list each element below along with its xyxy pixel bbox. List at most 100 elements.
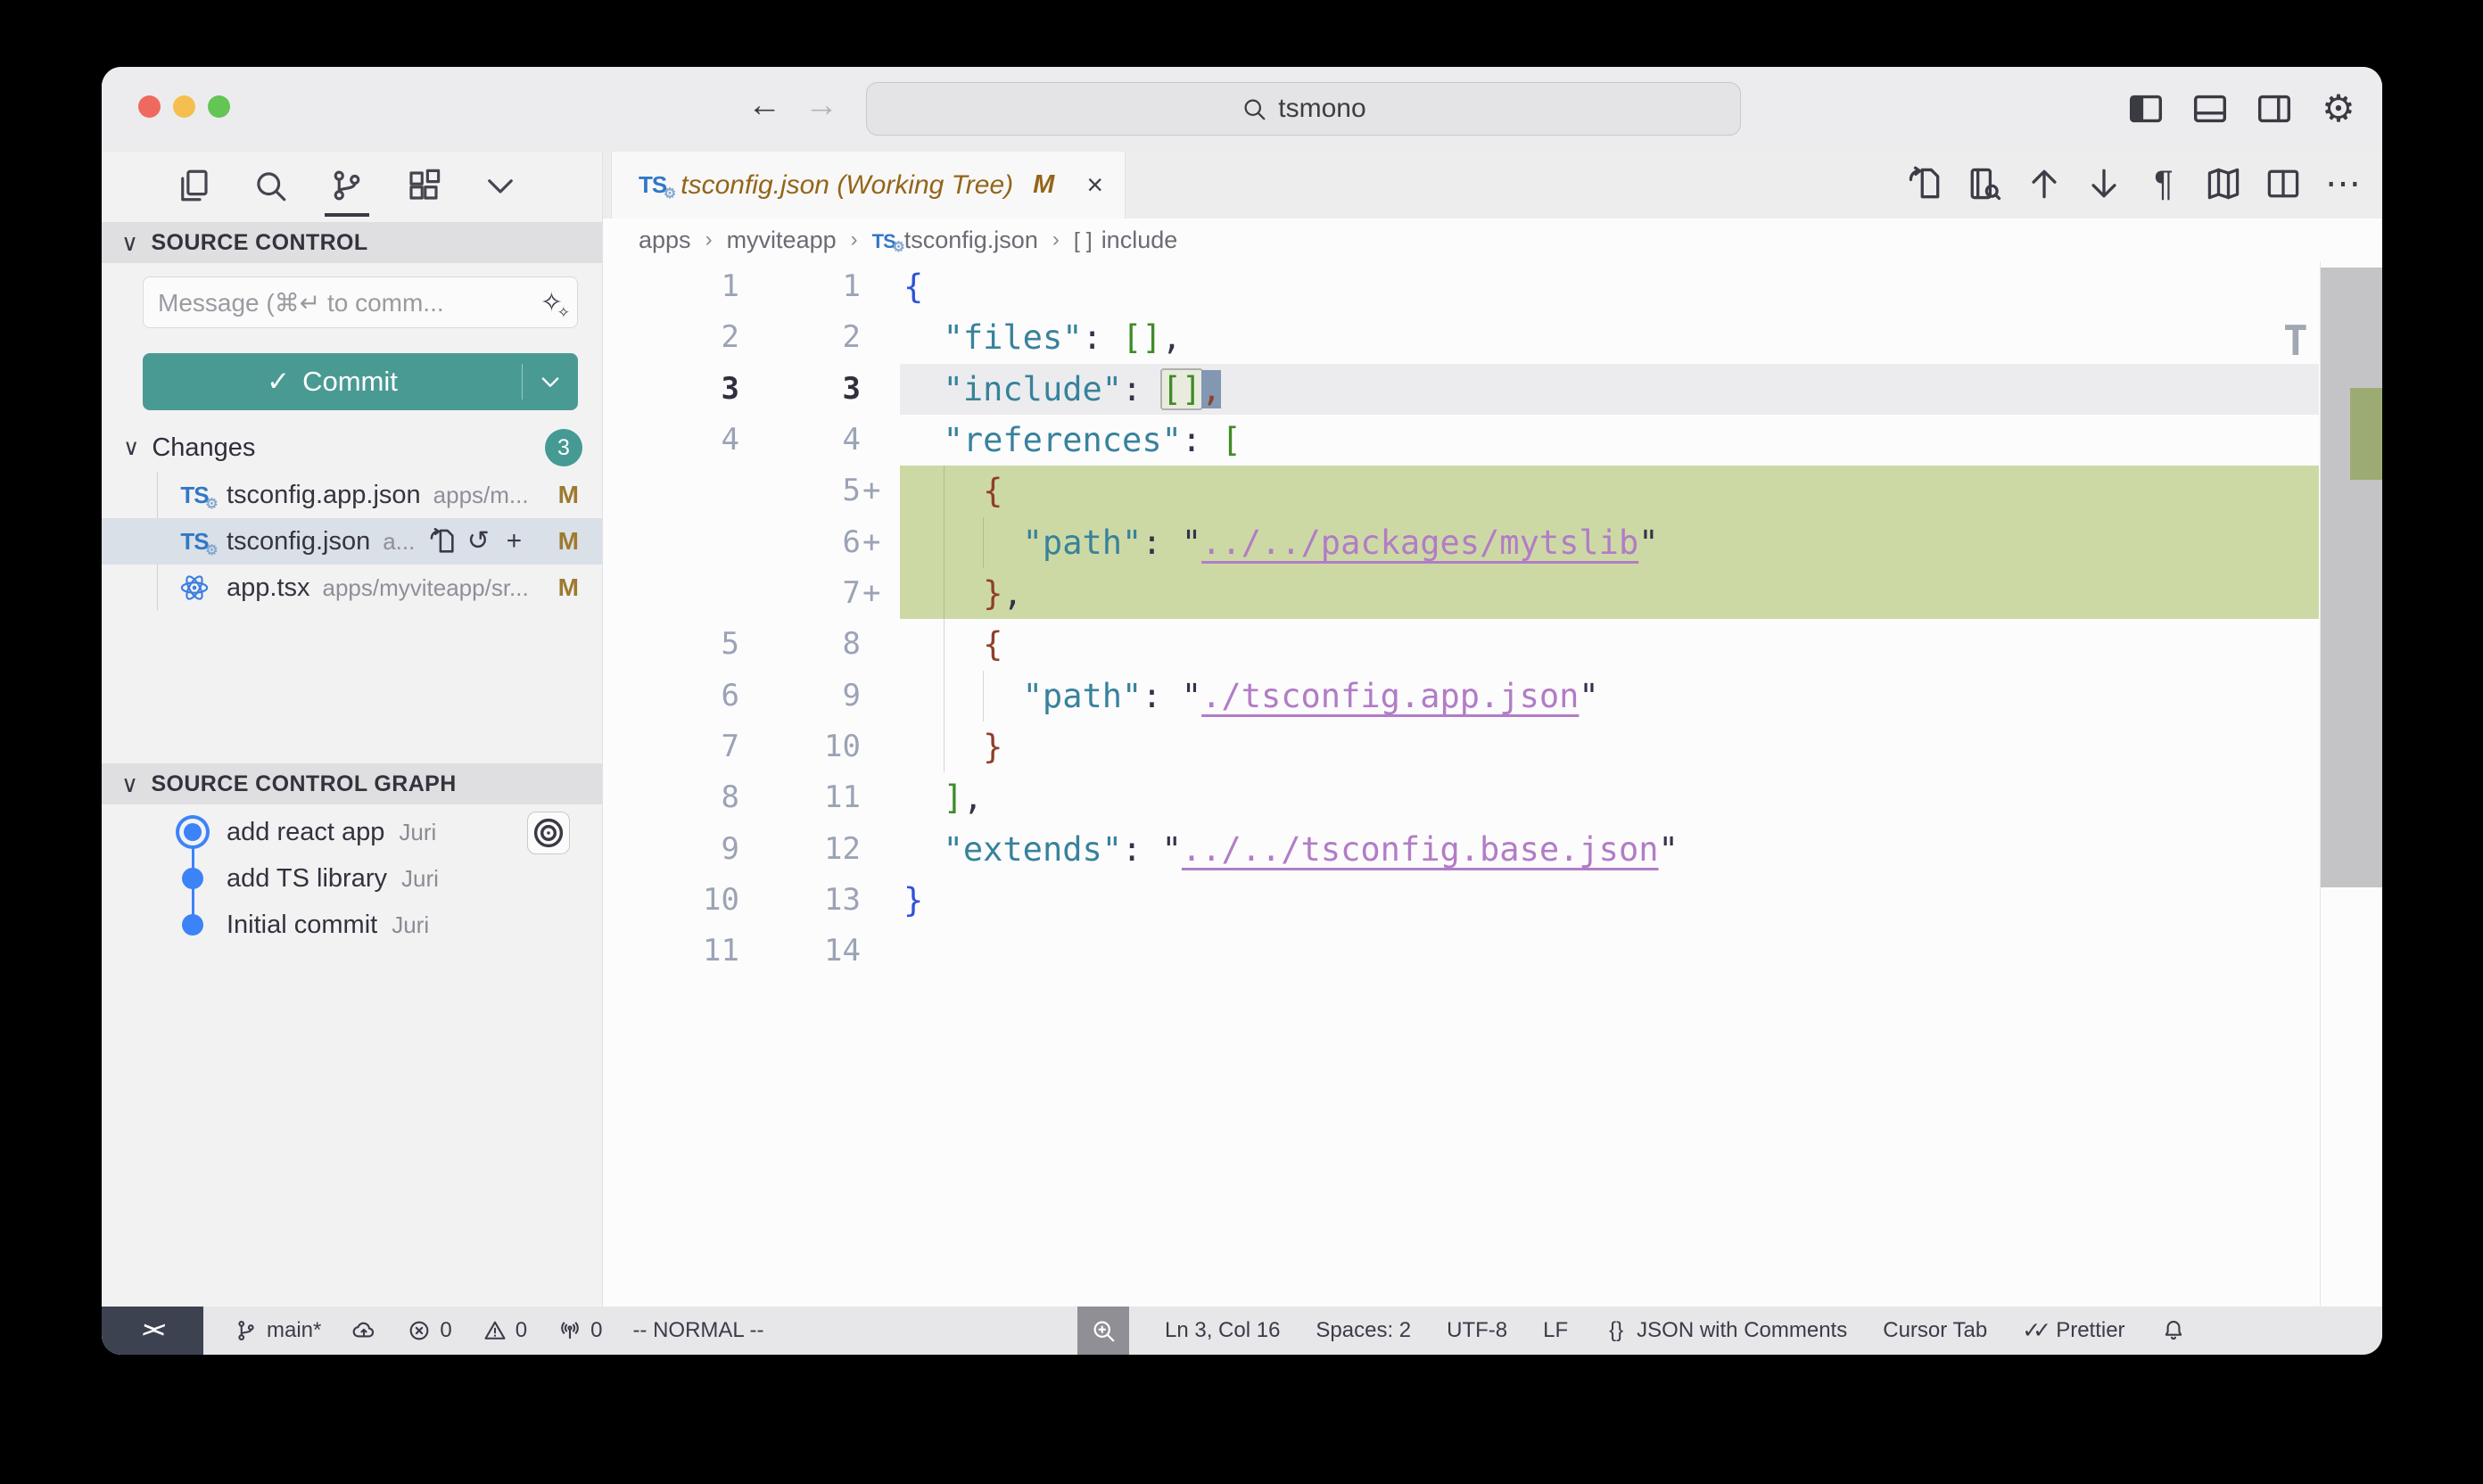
code-line-8[interactable]: 58 { [603, 619, 2382, 670]
arrow-up-action[interactable] [2025, 164, 2064, 203]
code-text[interactable]: { [903, 466, 1002, 516]
gutter-original-line-number[interactable]: 11 [603, 926, 739, 977]
commit-message-input[interactable]: Message (⌘↵ to comm... ✧✧ [143, 276, 578, 328]
code-line-2[interactable]: 22 "files": [], [603, 312, 2382, 363]
more-action[interactable]: ⋯ [2323, 164, 2363, 203]
gutter-modified-line-number[interactable]: 9 [739, 671, 861, 721]
map-action[interactable] [2204, 164, 2243, 203]
code-text[interactable]: } [903, 721, 1002, 772]
gutter-original-line-number[interactable]: 5 [603, 619, 739, 670]
breadcrumb-item-apps[interactable]: apps [639, 227, 691, 254]
source-control-header[interactable]: ∨ SOURCE CONTROL [102, 222, 602, 263]
changes-section-header[interactable]: ∨ Changes 3 [102, 426, 602, 469]
minimize-window-button[interactable] [173, 95, 195, 118]
activity-item-files[interactable] [173, 165, 214, 206]
gutter-original-line-number[interactable]: 8 [603, 772, 739, 823]
activity-item-extensions[interactable] [403, 165, 444, 206]
code-text[interactable]: } [903, 875, 923, 926]
doc-arrow-action[interactable] [427, 526, 458, 556]
split-action[interactable] [2264, 164, 2303, 203]
breadcrumb-item-tsconfig-json[interactable]: TS⚙tsconfig.json [872, 227, 1038, 254]
activity-item-search[interactable] [250, 165, 291, 206]
status-item-errors[interactable]: 0 [407, 1318, 451, 1343]
zoom-window-button[interactable] [208, 95, 230, 118]
code-line-3[interactable]: 33 "include": [], [603, 364, 2382, 415]
gutter-original-line-number[interactable]: 4 [603, 415, 739, 466]
status-item-formatter[interactable]: ✓✓Prettier [2023, 1318, 2124, 1343]
file-row-app-tsx[interactable]: app.tsxapps/myviteapp/sr...M [102, 565, 602, 611]
code-text[interactable]: "path": "../../packages/mytslib" [903, 517, 1659, 568]
gutter-original-line-number[interactable] [603, 517, 739, 568]
gutter-original-line-number[interactable]: 9 [603, 824, 739, 875]
gutter-modified-line-number[interactable]: 3 [739, 364, 861, 415]
gutter-original-line-number[interactable] [603, 466, 739, 516]
code-line-10[interactable]: 710 } [603, 721, 2382, 772]
book-search-action[interactable] [1965, 164, 2004, 203]
status-item-cursor-tab[interactable]: Cursor Tab [1883, 1318, 1987, 1343]
activity-item-source-control[interactable] [326, 165, 367, 206]
panel-left-icon[interactable] [2125, 88, 2166, 129]
gutter-modified-line-number[interactable]: 11 [739, 772, 861, 823]
code-editor[interactable]: 11{22 "files": [],33 "include": [],44 "r… [603, 261, 2382, 1307]
commit-row-Initial-commit[interactable]: Initial commitJuri [102, 902, 602, 948]
status-item-ports[interactable]: 0 [557, 1318, 602, 1343]
code-line-11[interactable]: 811 ], [603, 772, 2382, 823]
gutter-modified-line-number[interactable]: 1 [739, 261, 861, 312]
status-item-language-mode[interactable]: {}JSON with Comments [1604, 1318, 1847, 1343]
gutter-modified-line-number[interactable]: 5 [739, 466, 861, 516]
status-item-branch-main[interactable]: main* [234, 1318, 321, 1343]
discard-action[interactable]: ↺ [463, 526, 493, 556]
panel-right-icon[interactable] [2254, 88, 2295, 129]
gutter-modified-line-number[interactable]: 8 [739, 619, 861, 670]
pilcrow-action[interactable]: ¶ [2144, 164, 2183, 203]
status-item-eol[interactable]: LF [1543, 1318, 1568, 1343]
breadcrumb-item-include[interactable]: [ ]include [1074, 227, 1177, 254]
commit-row-add-react-app[interactable]: add react appJuri [102, 809, 602, 855]
gutter-original-line-number[interactable]: 3 [603, 364, 739, 415]
gutter-modified-line-number[interactable]: 13 [739, 875, 861, 926]
gutter-modified-line-number[interactable]: 7 [739, 568, 861, 619]
commit-row-add-TS-library[interactable]: add TS libraryJuri [102, 855, 602, 902]
back-arrow-icon[interactable]: ← [747, 87, 781, 125]
code-text[interactable]: { [903, 261, 923, 312]
gutter-original-line-number[interactable]: 7 [603, 721, 739, 772]
stage-action[interactable]: + [499, 526, 529, 556]
file-row-tsconfig-json[interactable]: TS⚙tsconfig.jsona...↺+M [102, 518, 602, 565]
tab-tsconfig-json[interactable]: TS⚙ tsconfig.json (Working Tree) M × [611, 152, 1126, 218]
code-line-14[interactable]: 1114 [603, 926, 2382, 977]
forward-arrow-icon[interactable]: → [804, 87, 838, 125]
code-text[interactable]: }, [903, 568, 1023, 619]
target-button[interactable] [527, 812, 570, 854]
code-line-9[interactable]: 69 "path": "./tsconfig.app.json" [603, 671, 2382, 721]
command-center-search[interactable]: tsmono [866, 82, 1741, 136]
doc-arrow-action[interactable] [1905, 164, 1944, 203]
activity-item-chevron-down[interactable] [480, 165, 521, 206]
close-tab-icon[interactable]: × [1086, 169, 1103, 202]
commit-dropdown-button[interactable] [523, 369, 578, 394]
gutter-modified-line-number[interactable]: 12 [739, 824, 861, 875]
sparkle-icon[interactable]: ✧✧ [540, 287, 563, 318]
gutter-original-line-number[interactable]: 2 [603, 312, 739, 363]
code-line-7[interactable]: 7+ }, [603, 568, 2382, 619]
code-text[interactable]: "references": [ [903, 415, 1242, 466]
gutter-modified-line-number[interactable]: 4 [739, 415, 861, 466]
code-line-5[interactable]: 5+ { [603, 466, 2382, 516]
code-text[interactable]: "files": [], [903, 312, 1182, 363]
commit-button[interactable]: ✓ Commit [143, 353, 578, 410]
code-text[interactable]: "include": [], [903, 364, 1221, 415]
code-line-12[interactable]: 912 "extends": "../../tsconfig.base.json… [603, 824, 2382, 875]
scrollbar-slider[interactable] [2321, 268, 2382, 887]
gutter-original-line-number[interactable]: 10 [603, 875, 739, 926]
status-item-vim-mode[interactable]: -- NORMAL -- [632, 1318, 763, 1343]
gutter-modified-line-number[interactable]: 10 [739, 721, 861, 772]
gutter-modified-line-number[interactable]: 6 [739, 517, 861, 568]
gutter-modified-line-number[interactable]: 14 [739, 926, 861, 977]
status-item-publish-changes[interactable] [351, 1318, 376, 1343]
status-item-encoding[interactable]: UTF-8 [1447, 1318, 1507, 1343]
gutter-modified-line-number[interactable]: 2 [739, 312, 861, 363]
code-line-1[interactable]: 11{ [603, 261, 2382, 312]
code-text[interactable]: ], [903, 772, 983, 823]
code-line-6[interactable]: 6+ "path": "../../packages/mytslib" [603, 517, 2382, 568]
breadcrumb-item-myviteapp[interactable]: myviteapp [727, 227, 837, 254]
status-item-zoom-indicator[interactable] [1077, 1307, 1129, 1355]
